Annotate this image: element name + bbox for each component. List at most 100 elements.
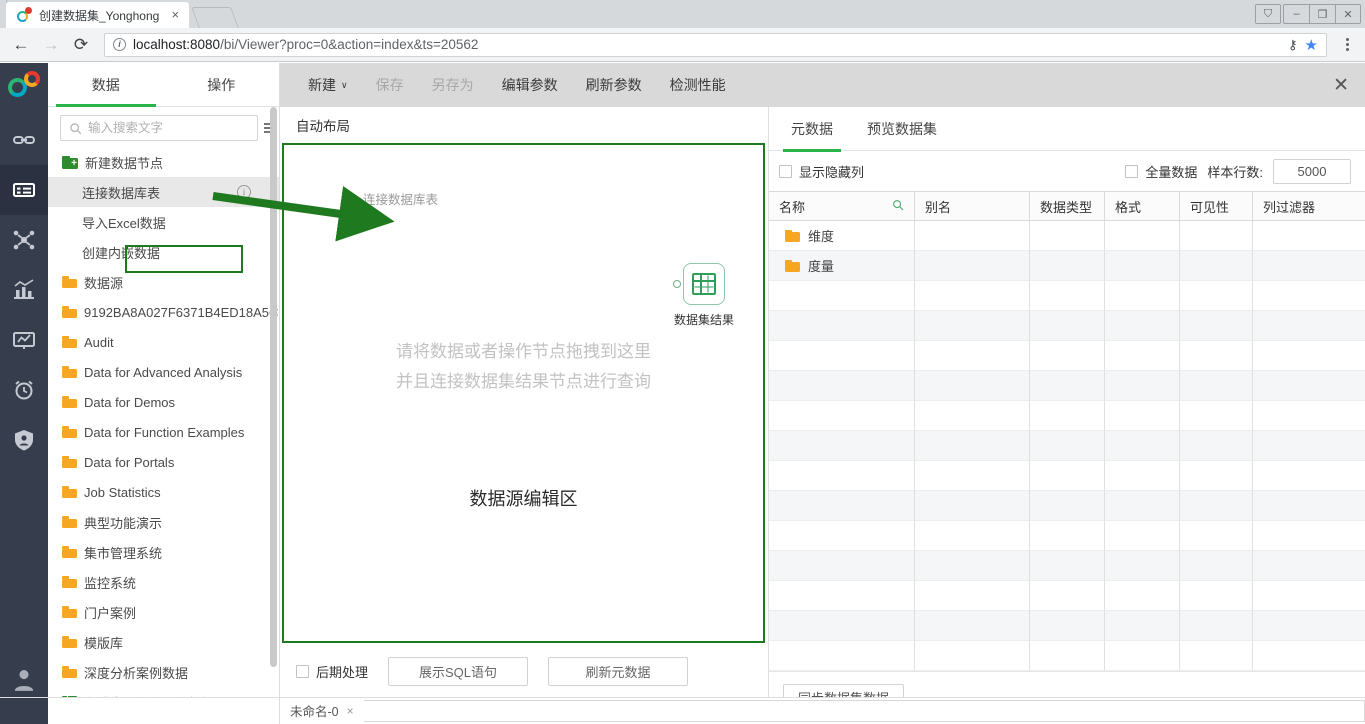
tab-preview-dataset[interactable]: 预览数据集 <box>863 107 941 151</box>
back-icon[interactable]: ← <box>8 32 34 58</box>
table-row[interactable]: 度量 <box>769 251 1365 281</box>
dataset-result-node-box[interactable] <box>673 263 725 305</box>
table-row[interactable] <box>769 461 1365 491</box>
info-icon[interactable]: i <box>237 185 251 199</box>
table-row[interactable]: 维度 <box>769 221 1365 251</box>
table-row[interactable] <box>769 281 1365 311</box>
toolbar-item-0[interactable]: 新建 ∨ <box>294 63 362 107</box>
schedule-icon[interactable] <box>0 365 48 415</box>
refresh-metadata-button[interactable]: 刷新元数据 <box>548 656 689 686</box>
tree-item-5[interactable]: 9192BA8A027F6371B4ED18A5C6 <box>48 297 279 327</box>
table-row[interactable] <box>769 581 1365 611</box>
column-header-5[interactable]: 列过滤器 <box>1253 192 1365 220</box>
folder-icon <box>62 636 77 648</box>
tree-item-13[interactable]: 集市管理系统 <box>48 537 279 567</box>
column-header-0[interactable]: 名称 <box>769 192 915 220</box>
window-restore-button[interactable]: ❐ <box>1309 4 1335 24</box>
table-row[interactable] <box>769 491 1365 521</box>
full-data-label: 全量数据 <box>1145 164 1198 180</box>
sample-rows-input[interactable] <box>1273 158 1351 184</box>
toolbar-item-3[interactable]: 编辑参数 <box>488 63 572 107</box>
node-input-port[interactable] <box>673 280 681 288</box>
column-header-2[interactable]: 数据类型 <box>1030 192 1105 220</box>
search-box[interactable] <box>60 115 258 141</box>
browser-tab[interactable]: 创建数据集_Yonghong × <box>6 2 190 28</box>
show-hidden-columns-checkbox[interactable]: 显示隐藏列 <box>779 162 864 181</box>
browser-menu-icon[interactable] <box>1337 32 1357 58</box>
post-process-checkbox[interactable]: 后期处理 <box>296 662 368 681</box>
tree-item-10[interactable]: Data for Portals <box>48 447 279 477</box>
window-close-button[interactable]: ✕ <box>1335 4 1361 24</box>
toolbar-item-4[interactable]: 刷新参数 <box>572 63 656 107</box>
connection-icon[interactable] <box>0 115 48 165</box>
full-data-checkbox-box[interactable] <box>1125 164 1139 178</box>
table-row[interactable] <box>769 521 1365 551</box>
tab-operation[interactable]: 操作 <box>164 63 280 106</box>
table-row[interactable] <box>769 551 1365 581</box>
tree-item-15[interactable]: 门户案例 <box>48 597 279 627</box>
table-row[interactable] <box>769 641 1365 671</box>
tab-metadata[interactable]: 元数据 <box>783 107 841 152</box>
bookmark-star-icon[interactable]: ★ <box>1305 36 1318 54</box>
show-sql-button[interactable]: 展示SQL语句 <box>388 656 529 686</box>
dataset-canvas[interactable]: 连接数据库表 数据集结果 请将数据或者操作节点拖拽到这里 并且连接数据集结果节点… <box>282 143 765 643</box>
document-tab-untitled[interactable]: 未命名-0 × <box>280 698 364 724</box>
table-cell <box>1253 221 1365 251</box>
table-row[interactable] <box>769 341 1365 371</box>
password-key-icon[interactable]: ⚷ <box>1288 37 1298 53</box>
full-data-checkbox[interactable]: 全量数据 <box>1125 162 1197 181</box>
tree-item-12[interactable]: 典型功能演示 <box>48 507 279 537</box>
add-database-table-link[interactable]: 连接数据库表 <box>342 189 438 208</box>
table-row[interactable] <box>769 401 1365 431</box>
window-user-button[interactable]: ⛉ <box>1255 4 1281 24</box>
show-hidden-columns-checkbox-box[interactable] <box>779 164 792 178</box>
column-search-icon[interactable] <box>892 199 904 211</box>
tree-item-16[interactable]: 模版库 <box>48 627 279 657</box>
tab-data[interactable]: 数据 <box>48 63 164 107</box>
mining-icon[interactable] <box>0 215 48 265</box>
reload-icon[interactable]: ⟳ <box>68 32 94 58</box>
toolbar-item-5[interactable]: 检测性能 <box>656 63 740 107</box>
search-input[interactable] <box>88 121 249 135</box>
left-panel: 数据 操作 + 新建数据节点连接数据库表 i 导入Excel数据创建内嵌数据数据源 91… <box>48 63 280 723</box>
address-bar[interactable]: i localhost:8080/bi/Viewer?proc=0&action… <box>104 32 1327 57</box>
close-editor-icon[interactable]: ✕ <box>1333 74 1349 97</box>
table-row[interactable] <box>769 431 1365 461</box>
table-row[interactable] <box>769 371 1365 401</box>
center-body: 自动布局 连接数据库表 数据集结果 请将数据或者操作节点拖拽到这里 并且连接数据… <box>280 107 1365 723</box>
column-header-1[interactable]: 别名 <box>915 192 1030 220</box>
post-process-checkbox-box[interactable] <box>296 664 309 678</box>
window-minimize-button[interactable]: – <box>1283 4 1309 24</box>
auto-layout-label[interactable]: 自动布局 <box>280 107 768 143</box>
tree-item-17[interactable]: 深度分析案例数据 <box>48 657 279 687</box>
column-header-4[interactable]: 可见性 <box>1180 192 1253 220</box>
chart-icon[interactable] <box>0 265 48 315</box>
tree-item-14[interactable]: 监控系统 <box>48 567 279 597</box>
tree-item-8[interactable]: Data for Demos <box>48 387 279 417</box>
dataset-icon[interactable] <box>0 165 48 215</box>
table-row[interactable] <box>769 611 1365 641</box>
document-tab-close-icon[interactable]: × <box>347 704 354 718</box>
dashboard-icon[interactable] <box>0 315 48 365</box>
chevron-down-icon: ∨ <box>341 79 348 90</box>
table-cell <box>1030 521 1105 551</box>
tree-item-1[interactable]: 连接数据库表 i <box>48 177 279 207</box>
tree-item-11[interactable]: Job Statistics <box>48 477 279 507</box>
tree-item-2[interactable]: 导入Excel数据 <box>48 207 279 237</box>
tree-item-6[interactable]: Audit <box>48 327 279 357</box>
site-info-icon[interactable]: i <box>113 38 126 51</box>
new-tab-button[interactable] <box>191 7 240 28</box>
table-cell <box>1180 521 1253 551</box>
dataset-result-node[interactable]: 数据集结果 <box>673 263 734 328</box>
table-row[interactable] <box>769 311 1365 341</box>
tree-item-0[interactable]: + 新建数据节点 <box>48 147 279 177</box>
tree-item-4[interactable]: 数据源 <box>48 267 279 297</box>
tree-item-7[interactable]: Data for Advanced Analysis <box>48 357 279 387</box>
permission-icon[interactable] <box>0 415 48 465</box>
browser-tab-close-icon[interactable]: × <box>167 7 183 23</box>
tree-item-9[interactable]: Data for Function Examples <box>48 417 279 447</box>
tree-vertical-scrollbar[interactable] <box>270 107 277 667</box>
tree-item-3[interactable]: 创建内嵌数据 <box>48 237 279 267</box>
metadata-table-header: 名称 别名 数据类型 格式 可见性 列过滤器 <box>769 192 1365 221</box>
column-header-3[interactable]: 格式 <box>1105 192 1180 220</box>
